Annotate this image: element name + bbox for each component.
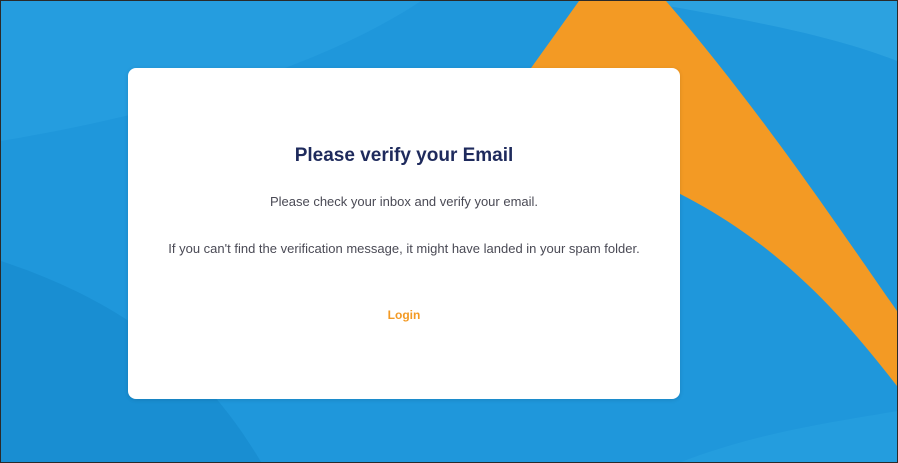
login-link[interactable]: Login: [128, 308, 680, 322]
card-title: Please verify your Email: [294, 145, 514, 166]
page-frame: Please verify your Email Please check yo…: [0, 0, 898, 463]
spam-folder-hint-text: If you can't find the verification messa…: [168, 241, 640, 256]
verify-email-card: Please verify your Email Please check yo…: [128, 68, 680, 399]
inbox-instruction-text: Please check your inbox and verify your …: [269, 194, 539, 209]
